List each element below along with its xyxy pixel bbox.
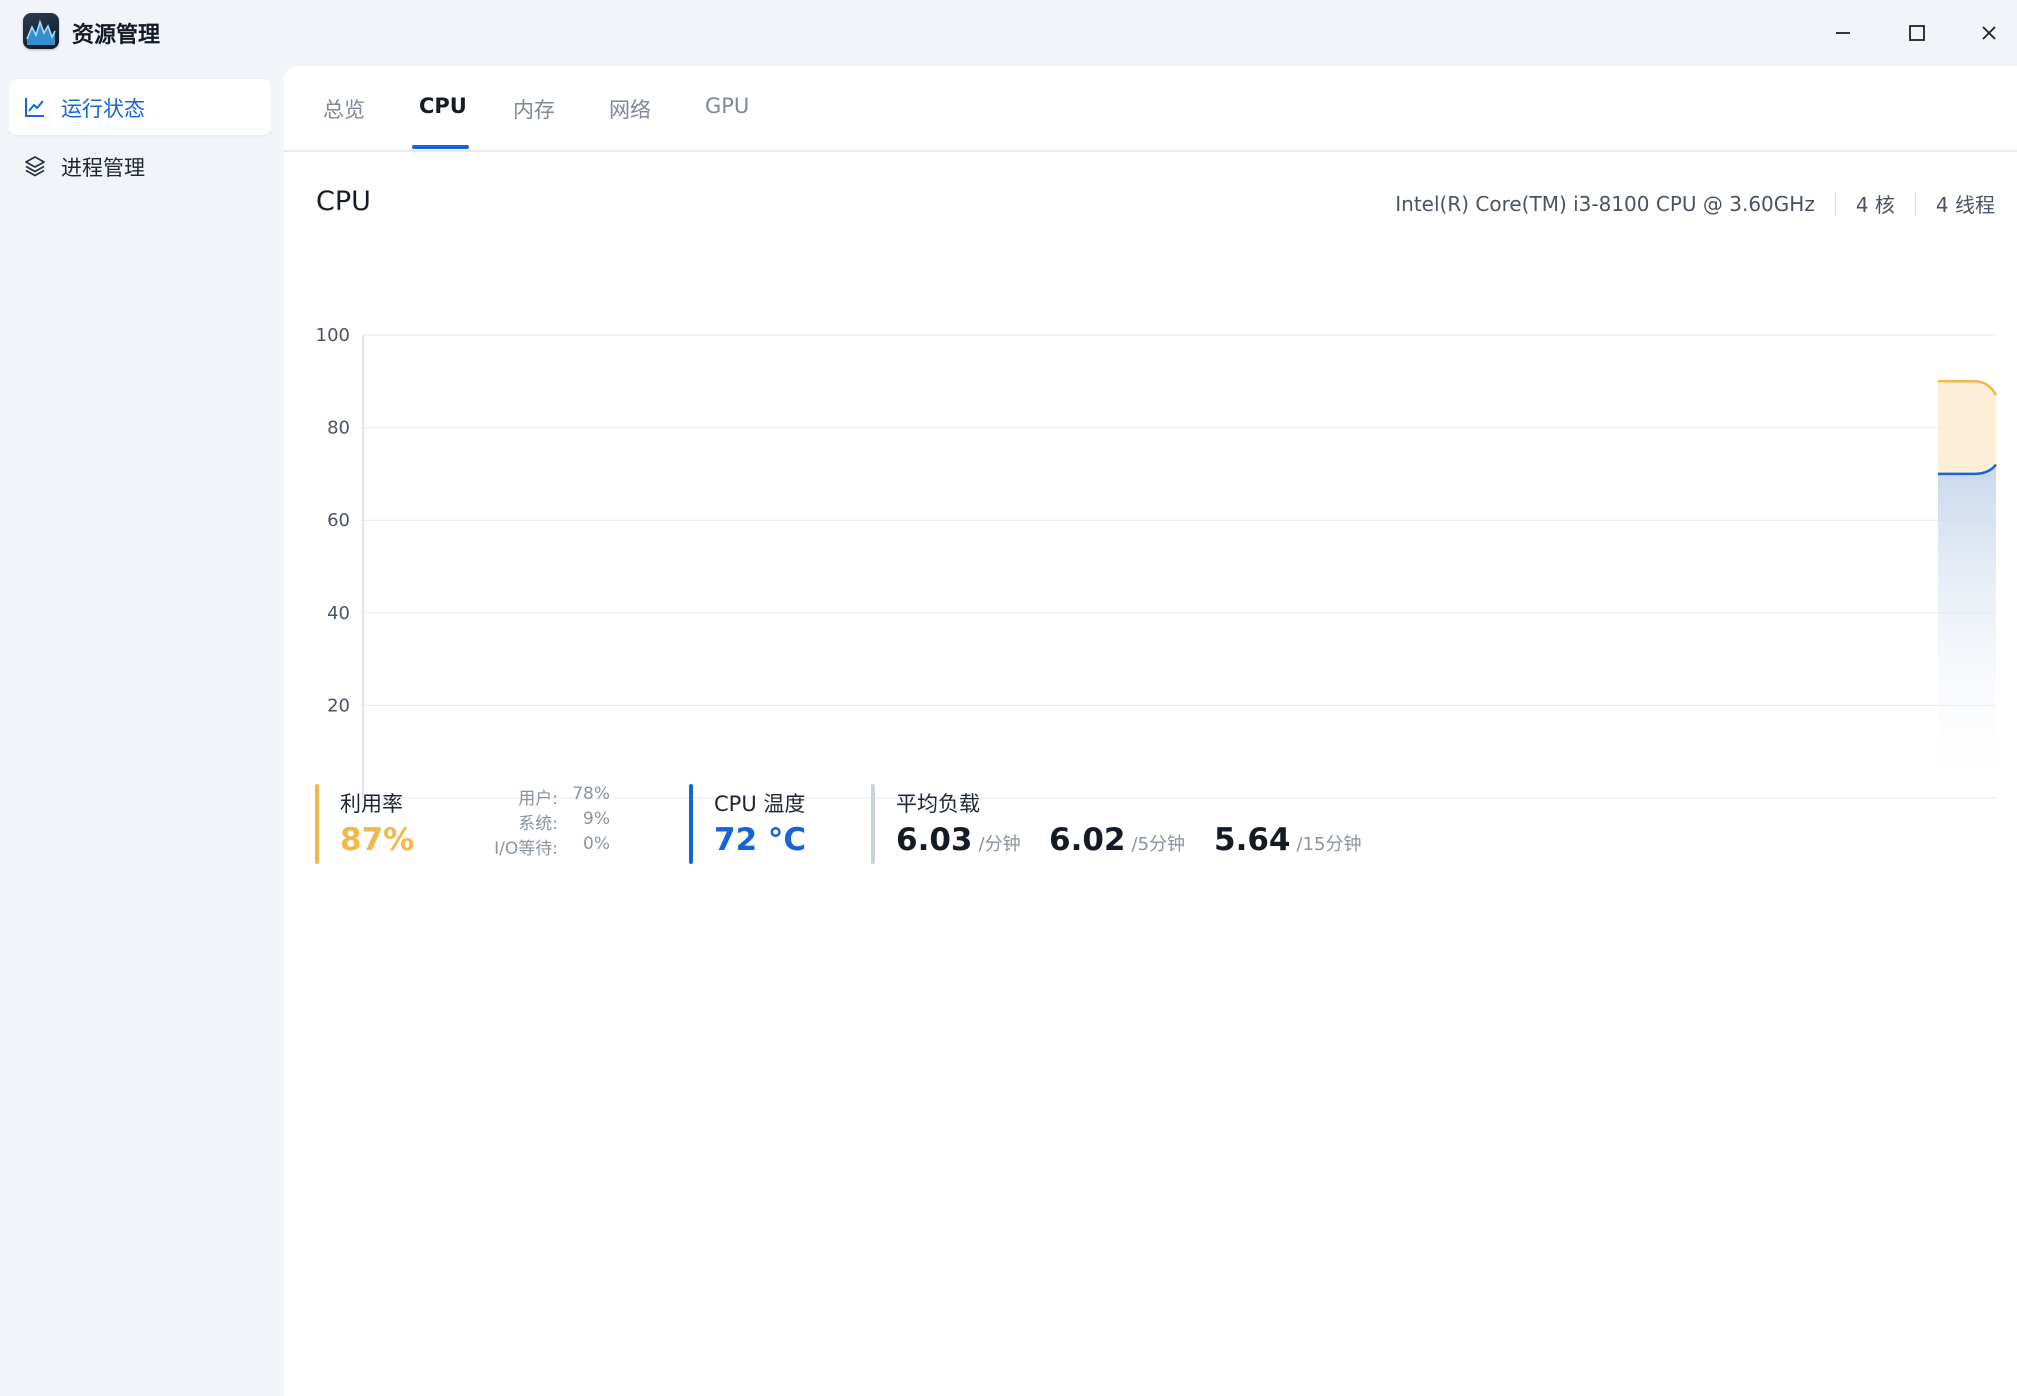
title-bar: 资源管理 [0, 0, 2017, 66]
detail-value: 78% [572, 784, 610, 804]
y-tick-label: 60 [327, 510, 350, 531]
sidebar-item-label: 运行状态 [61, 97, 145, 121]
main-panel: 总览 CPU 内存 网络 GPU CPU Intel(R) Core(TM) i… [284, 66, 2017, 1396]
load-average-stat: 平均负载 6.03/分钟 6.02/5分钟 5.64/15分钟 [871, 784, 1391, 864]
tab-memory[interactable]: 内存 [513, 94, 555, 124]
user-area [1938, 464, 1996, 778]
load-unit: /15分钟 [1296, 834, 1362, 855]
usage-indicator-bar [315, 784, 319, 864]
load-unit: /分钟 [978, 834, 1021, 855]
tab-overview[interactable]: 总览 [323, 94, 365, 124]
sidebar-item-process[interactable]: 进程管理 [9, 138, 271, 194]
divider [1914, 191, 1916, 216]
sidebar-item-status[interactable]: 运行状态 [9, 79, 271, 135]
load-value: 6.02 [1049, 822, 1126, 858]
load-value: 6.03 [896, 822, 973, 858]
active-tab-indicator [412, 145, 469, 149]
load-label: 平均负载 [896, 792, 980, 816]
layers-icon [23, 154, 47, 178]
minimize-icon [1836, 32, 1850, 34]
temperature-value: 72 °C [714, 822, 807, 858]
minimize-button[interactable] [1826, 16, 1860, 50]
load-value: 5.64 [1214, 822, 1291, 858]
load-15min: 5.64/15分钟 [1214, 822, 1361, 858]
cpu-model: Intel(R) Core(TM) i3-8100 CPU @ 3.60GHz [1395, 191, 1815, 216]
usage-stat: 利用率 87% 用户: 78% 系统: 9% I/O等待: 0% [315, 784, 615, 864]
close-icon [1982, 26, 1996, 40]
y-tick-label: 40 [327, 603, 350, 624]
tab-network[interactable]: 网络 [609, 94, 651, 124]
detail-key: 系统: [518, 814, 558, 834]
load-indicator-bar [871, 784, 875, 864]
tab-gpu[interactable]: GPU [705, 94, 749, 118]
app-logo-icon [23, 13, 59, 49]
tab-bar: 总览 CPU 内存 网络 GPU [284, 66, 2017, 152]
cpu-cores: 4 核 [1855, 193, 1895, 217]
divider [1834, 191, 1836, 216]
close-button[interactable] [1972, 16, 2006, 50]
maximize-button[interactable] [1900, 16, 1934, 50]
y-tick-label: 80 [327, 418, 350, 439]
cpu-usage-chart: 20 40 60 80 100 [316, 325, 1998, 799]
temperature-stat: CPU 温度 72 °C [689, 784, 849, 864]
cpu-threads: 4 线程 [1935, 193, 1995, 217]
detail-key: I/O等待: [494, 839, 558, 859]
line-chart-icon [23, 95, 47, 119]
maximize-icon [1909, 25, 1925, 41]
sidebar: 运行状态 进程管理 [0, 66, 284, 1396]
detail-value: 0% [583, 834, 610, 854]
y-tick-label: 20 [327, 695, 350, 716]
load-1min: 6.03/分钟 [896, 822, 1021, 858]
load-unit: /5分钟 [1131, 834, 1186, 855]
usage-value: 87% [340, 822, 415, 858]
cpu-info: Intel(R) Core(TM) i3-8100 CPU @ 3.60GHz … [1395, 189, 1995, 218]
sidebar-item-label: 进程管理 [61, 156, 145, 180]
app-title: 资源管理 [72, 23, 161, 48]
detail-key: 用户: [518, 789, 558, 809]
section-title: CPU [316, 186, 371, 217]
detail-value: 9% [583, 809, 610, 829]
temperature-indicator-bar [689, 784, 693, 864]
tab-cpu[interactable]: CPU [419, 94, 467, 118]
usage-label: 利用率 [340, 792, 403, 816]
y-tick-label: 100 [316, 325, 350, 346]
temperature-label: CPU 温度 [714, 792, 806, 816]
usage-area [1938, 381, 1996, 474]
load-5min: 6.02/5分钟 [1049, 822, 1185, 858]
